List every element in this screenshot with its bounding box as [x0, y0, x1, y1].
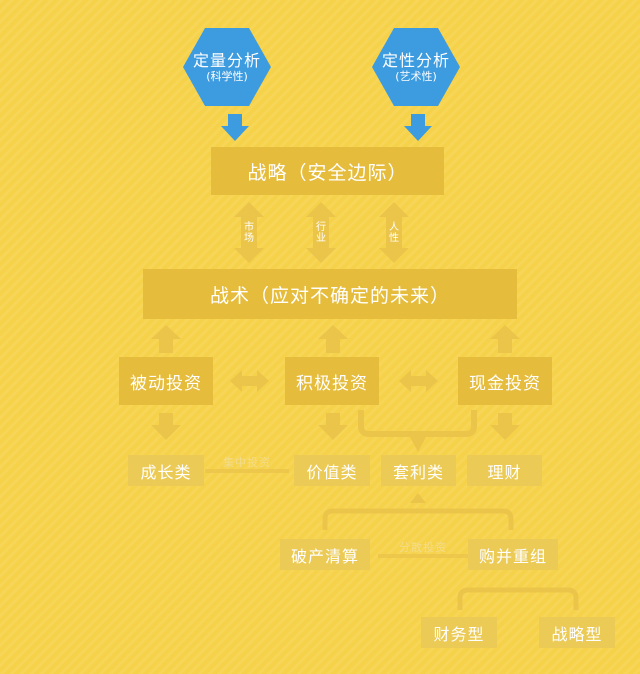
node-strategy: 战略（安全边际）: [211, 147, 444, 195]
arrow-down-wealth: [490, 413, 520, 440]
qualitative-subtitle: (艺术性): [395, 69, 437, 83]
qualitative-title: 定性分析: [381, 50, 450, 70]
node-tactics: 战术（应对不确定的未来）: [143, 269, 517, 319]
arrow-up-special: [410, 493, 426, 503]
label-concentrated-investment: 集中投资: [223, 456, 271, 469]
arrow-down-value: [318, 413, 348, 440]
arrow-down-blue-right: [404, 114, 432, 141]
quantitative-title: 定量分析: [192, 50, 261, 70]
arrow-up-passive: [151, 325, 181, 353]
label-diversified-investment: 分散投资: [399, 541, 447, 554]
label-human-nature: 人性: [389, 222, 399, 244]
node-wealth-management: 理财: [467, 455, 542, 486]
investment-framework-diagram: 定量分析 (科学性) 定性分析 (艺术性) 战略（安全边际） 战术（应对不确定的…: [0, 0, 640, 674]
double-arrow-active-cash: [399, 370, 438, 392]
node-strategic-type: 战略型: [539, 617, 615, 648]
node-bankruptcy-liquidation: 破产清算: [280, 539, 370, 570]
arrow-up-cash: [490, 325, 520, 353]
arrow-down-blue-left: [221, 114, 249, 141]
connector-layer: [151, 28, 579, 610]
bracket-merger: [457, 587, 579, 610]
node-qualitative-analysis: 定性分析 (艺术性): [373, 24, 459, 110]
label-industry: 行业: [316, 222, 326, 244]
label-market: 市场: [244, 222, 254, 244]
node-active-investment: 积极投资: [285, 357, 379, 405]
bracket-special: [322, 508, 514, 530]
node-financial-type: 财务型: [421, 617, 497, 648]
node-merger-restructuring: 购并重组: [468, 539, 558, 570]
node-cash-investment: 现金投资: [458, 357, 552, 405]
node-arbitrage: 套利类: [381, 455, 456, 486]
bracket-arbitrage: [358, 410, 477, 437]
node-passive-investment: 被动投资: [119, 357, 213, 405]
quantitative-subtitle: (科学性): [206, 69, 248, 83]
arrow-down-growth: [151, 413, 181, 440]
double-arrow-passive-active: [230, 370, 269, 392]
node-growth: 成长类: [128, 455, 204, 486]
arrow-down-arbitrage: [410, 437, 426, 452]
arrow-up-active: [318, 325, 348, 353]
node-quantitative-analysis: 定量分析 (科学性): [184, 24, 270, 110]
node-value: 价值类: [294, 455, 370, 486]
